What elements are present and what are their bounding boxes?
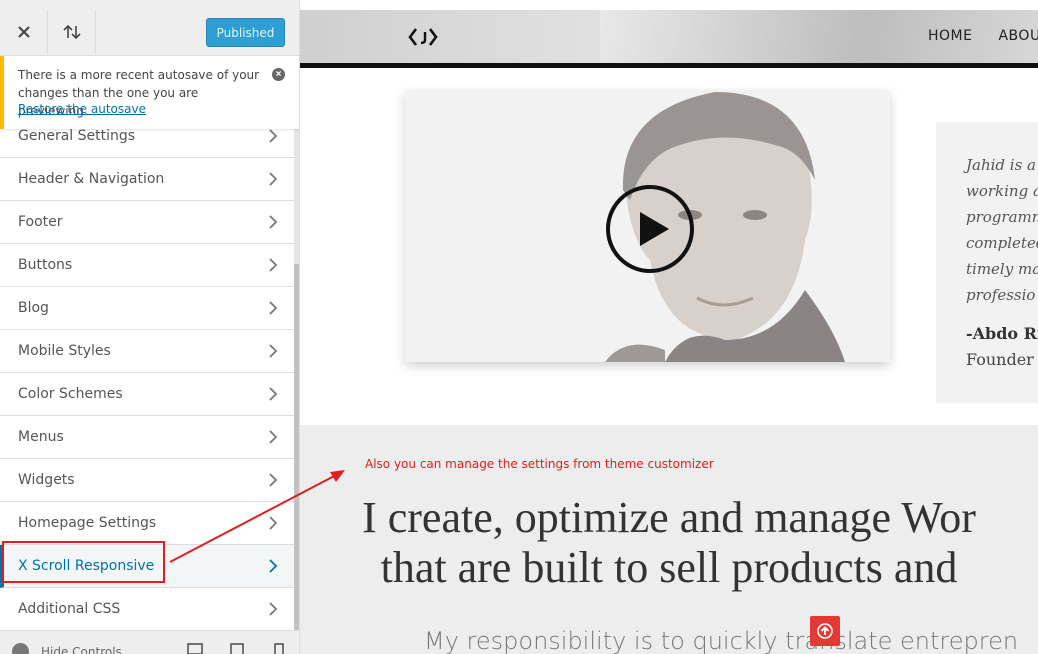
chevron-right-icon bbox=[269, 172, 278, 186]
mobile-preview-icon[interactable] bbox=[271, 643, 287, 654]
chevron-right-icon bbox=[269, 301, 278, 315]
panel-label: X Scroll Responsive bbox=[18, 558, 155, 574]
panel-label: Buttons bbox=[18, 257, 73, 273]
testimonial-text: Jahid is a working a programm completed … bbox=[966, 152, 1038, 308]
customizer-footer: Hide Controls bbox=[0, 630, 299, 654]
sort-arrows-icon bbox=[62, 24, 81, 40]
panel-label: General Settings bbox=[18, 128, 136, 144]
panel-footer[interactable]: Footer bbox=[0, 201, 294, 244]
panel-mobile-styles[interactable]: Mobile Styles bbox=[0, 330, 294, 373]
restore-autosave-link[interactable]: Restore the autosave bbox=[18, 102, 146, 116]
site-nav: HOME ABOUT bbox=[928, 28, 1038, 44]
top-strip bbox=[300, 0, 1038, 10]
customizer-panel-list: General Settings Header & Navigation Foo… bbox=[0, 115, 294, 631]
headline-line: I create, optimize and manage Wor bbox=[362, 493, 976, 542]
hide-controls-label: Hide Controls bbox=[41, 644, 122, 654]
panel-label: Mobile Styles bbox=[18, 343, 111, 359]
chevron-right-icon bbox=[269, 473, 278, 487]
panel-label: Header & Navigation bbox=[18, 171, 165, 187]
panel-buttons[interactable]: Buttons bbox=[0, 244, 294, 287]
nav-home[interactable]: HOME bbox=[928, 28, 972, 44]
testimonial-line: Jahid is a bbox=[966, 156, 1036, 174]
panel-additional-css[interactable]: Additional CSS bbox=[0, 588, 294, 631]
testimonial-box: Jahid is a working a programm completed … bbox=[936, 122, 1038, 403]
reorder-button[interactable] bbox=[48, 10, 96, 54]
panel-label: Additional CSS bbox=[18, 601, 121, 617]
intro-section: Also you can manage the settings from th… bbox=[300, 425, 1038, 654]
chevron-right-icon bbox=[269, 516, 278, 530]
testimonial-line: professio bbox=[966, 286, 1036, 304]
section-subline: My responsibility is to quickly translat… bbox=[424, 627, 1019, 654]
annotation-text: Also you can manage the settings from th… bbox=[365, 457, 714, 471]
site-preview: HOME ABOUT Jahid is a working a programm… bbox=[300, 0, 1038, 654]
testimonial-line: timely ma bbox=[966, 260, 1038, 278]
play-icon[interactable] bbox=[605, 184, 695, 274]
hide-controls-button[interactable]: Hide Controls bbox=[12, 643, 122, 654]
desktop-preview-icon[interactable] bbox=[187, 643, 203, 654]
panel-label: Homepage Settings bbox=[18, 515, 157, 531]
dismiss-icon[interactable]: × bbox=[272, 68, 285, 81]
testimonial-line: working a bbox=[966, 182, 1038, 200]
chevron-right-icon bbox=[269, 430, 278, 444]
panel-label: Footer bbox=[18, 214, 63, 230]
panel-color-schemes[interactable]: Color Schemes bbox=[0, 373, 294, 416]
close-icon bbox=[17, 26, 30, 38]
panel-menus[interactable]: Menus bbox=[0, 416, 294, 459]
chevron-right-icon bbox=[269, 129, 278, 143]
code-logo-icon[interactable] bbox=[408, 26, 438, 48]
section-headline: I create, optimize and manage Wor that a… bbox=[300, 493, 1038, 593]
site-header: HOME ABOUT bbox=[300, 10, 1038, 68]
headline-line: that are built to sell products and bbox=[380, 543, 958, 592]
testimonial-line: completed bbox=[966, 234, 1038, 252]
chevron-right-icon bbox=[269, 602, 278, 616]
collapse-icon bbox=[12, 643, 29, 654]
panel-x-scroll-responsive[interactable]: X Scroll Responsive bbox=[0, 545, 294, 588]
testimonial-role: Founder a bbox=[966, 350, 1038, 369]
customizer-header: Published bbox=[0, 0, 299, 56]
arrow-up-icon bbox=[817, 623, 833, 639]
nav-about[interactable]: ABOUT bbox=[998, 28, 1038, 44]
panel-label: Blog bbox=[18, 300, 49, 316]
panel-label: Color Schemes bbox=[18, 386, 123, 402]
close-customizer-button[interactable] bbox=[0, 10, 48, 54]
panel-widgets[interactable]: Widgets bbox=[0, 459, 294, 502]
panel-homepage-settings[interactable]: Homepage Settings bbox=[0, 502, 294, 545]
testimonial-line: programm bbox=[966, 208, 1038, 226]
panel-label: Menus bbox=[18, 429, 64, 445]
published-button[interactable]: Published bbox=[206, 18, 285, 47]
header-background bbox=[300, 10, 600, 63]
back-to-top-button[interactable] bbox=[810, 616, 840, 646]
chevron-right-icon bbox=[269, 387, 278, 401]
video-thumbnail[interactable] bbox=[405, 90, 890, 362]
customizer-sidebar: Published There is a more recent autosav… bbox=[0, 0, 300, 654]
chevron-right-icon bbox=[269, 559, 278, 573]
autosave-notice: There is a more recent autosave of your … bbox=[0, 56, 299, 129]
chevron-right-icon bbox=[269, 258, 278, 272]
panel-header-navigation[interactable]: Header & Navigation bbox=[0, 158, 294, 201]
chevron-right-icon bbox=[269, 215, 278, 229]
testimonial-author: -Abdo Ria bbox=[966, 324, 1038, 343]
tablet-preview-icon[interactable] bbox=[229, 643, 245, 654]
chevron-right-icon bbox=[269, 344, 278, 358]
panel-blog[interactable]: Blog bbox=[0, 287, 294, 330]
panel-label: Widgets bbox=[18, 472, 75, 488]
